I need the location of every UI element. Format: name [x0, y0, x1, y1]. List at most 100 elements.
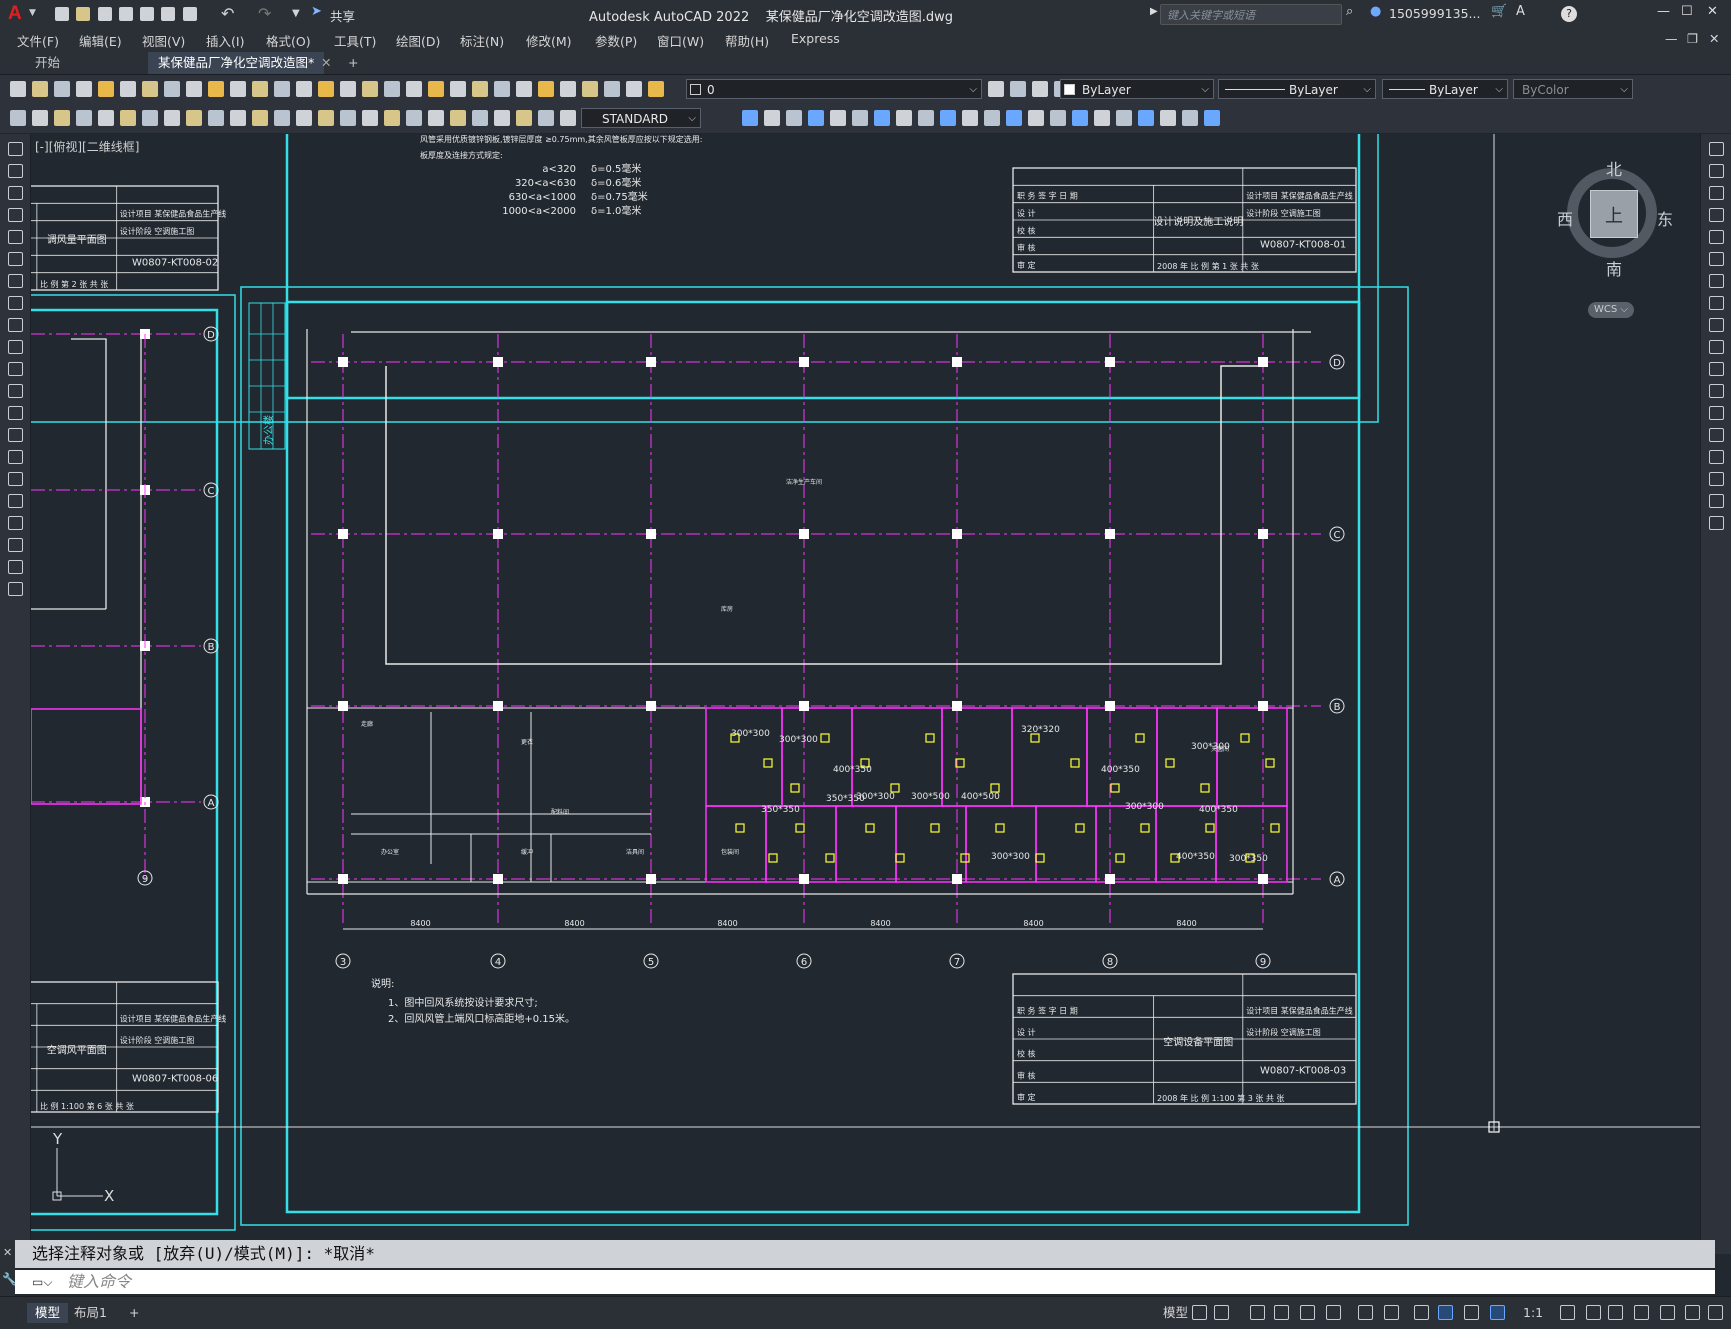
dimension-tool-16-icon[interactable] — [340, 110, 356, 126]
layer-tool-1-icon[interactable] — [988, 81, 1004, 97]
menu-tools[interactable]: 工具(T) — [334, 31, 376, 50]
modify-palette-tool-icon[interactable] — [1709, 208, 1724, 222]
menu-help[interactable]: 帮助(H) — [725, 31, 769, 50]
plot-icon[interactable] — [183, 7, 197, 21]
standard-tool-5-icon[interactable] — [98, 81, 114, 97]
dimension-tool-25-icon[interactable] — [538, 110, 554, 126]
customize-qat-chevron-icon[interactable]: ▼ — [292, 8, 300, 19]
standard-tool-18-icon[interactable] — [384, 81, 400, 97]
minimize-icon[interactable]: — — [1657, 4, 1670, 19]
menu-file[interactable]: 文件(F) — [17, 31, 59, 50]
status-toggle-icon[interactable] — [1250, 1305, 1265, 1320]
status-toggle-icon[interactable] — [1560, 1305, 1575, 1320]
standard-tool-19-icon[interactable] — [406, 81, 422, 97]
modify-tool-12-icon[interactable] — [984, 110, 1000, 126]
menu-draw[interactable]: 绘图(D) — [396, 31, 440, 50]
draw-palette-tool-icon[interactable] — [8, 274, 23, 288]
dimension-tool-1-icon[interactable] — [10, 110, 26, 126]
linetype-combo[interactable]: ByLayer ⌵ — [1218, 79, 1376, 99]
compass-east[interactable]: 东 — [1657, 206, 1673, 230]
modify-palette-tool-icon[interactable] — [1709, 450, 1724, 464]
draw-palette-tool-icon[interactable] — [8, 538, 23, 552]
dimension-tool-17-icon[interactable] — [362, 110, 378, 126]
standard-tool-3-icon[interactable] — [54, 81, 70, 97]
dimension-tool-6-icon[interactable] — [120, 110, 136, 126]
standard-tool-11-icon[interactable] — [230, 81, 246, 97]
viewcube-top-face[interactable]: 上 — [1590, 190, 1638, 238]
drawing-area[interactable]: [-][俯视][二维线框] D C B A 3 4 5 6 7 8 9 8400 8400 8400 840… — [31, 134, 1700, 1232]
search-icon[interactable]: ⌕ — [1346, 4, 1353, 19]
standard-tool-17-icon[interactable] — [362, 81, 378, 97]
close-icon[interactable]: ✕ — [1707, 4, 1718, 19]
modify-tool-15-icon[interactable] — [1050, 110, 1066, 126]
draw-palette-tool-icon[interactable] — [8, 296, 23, 310]
status-toggle-icon[interactable] — [1414, 1305, 1429, 1320]
plotstyle-combo[interactable]: ByColor ⌵ — [1513, 79, 1633, 99]
status-toggle-icon[interactable] — [1358, 1305, 1373, 1320]
modify-tool-13-icon[interactable] — [1006, 110, 1022, 126]
dimension-tool-8-icon[interactable] — [164, 110, 180, 126]
menu-dimension[interactable]: 标注(N) — [460, 31, 504, 50]
standard-tool-10-icon[interactable] — [208, 81, 224, 97]
dimension-tool-13-icon[interactable] — [274, 110, 290, 126]
save-icon[interactable] — [98, 7, 112, 21]
status-toggle-icon[interactable] — [1300, 1305, 1315, 1320]
draw-palette-tool-icon[interactable] — [8, 186, 23, 200]
dimension-tool-15-icon[interactable] — [318, 110, 334, 126]
modify-palette-tool-icon[interactable] — [1709, 428, 1724, 442]
lineweight-combo[interactable]: ByLayer ⌵ — [1382, 79, 1508, 99]
maximize-icon[interactable]: ☐ — [1681, 4, 1693, 19]
tab-start[interactable]: 开始 — [25, 52, 70, 74]
standard-tool-12-icon[interactable] — [252, 81, 268, 97]
model-space-button[interactable]: 模型 — [1155, 1303, 1196, 1323]
color-combo[interactable]: ByLayer ⌵ — [1060, 79, 1214, 99]
modify-tool-22-icon[interactable] — [1204, 110, 1220, 126]
modify-palette-tool-icon[interactable] — [1709, 472, 1724, 486]
status-toggle-icon[interactable] — [1192, 1305, 1207, 1320]
open-file-icon[interactable] — [76, 7, 90, 21]
draw-palette-tool-icon[interactable] — [8, 560, 23, 574]
draw-palette-tool-icon[interactable] — [8, 428, 23, 442]
standard-tool-14-icon[interactable] — [296, 81, 312, 97]
draw-palette-tool-icon[interactable] — [8, 208, 23, 222]
standard-tool-15-icon[interactable] — [318, 81, 334, 97]
modify-tool-9-icon[interactable] — [918, 110, 934, 126]
search-expand-icon[interactable]: ▶ — [1150, 6, 1158, 17]
status-toggle-icon[interactable] — [1634, 1305, 1649, 1320]
menu-format[interactable]: 格式(O) — [266, 31, 311, 50]
modify-palette-tool-icon[interactable] — [1709, 318, 1724, 332]
dimension-tool-24-icon[interactable] — [516, 110, 532, 126]
open-web-icon[interactable] — [140, 7, 154, 21]
standard-tool-22-icon[interactable] — [472, 81, 488, 97]
standard-tool-30-icon[interactable] — [648, 81, 664, 97]
status-toggle-icon[interactable] — [1708, 1305, 1723, 1320]
doc-close-icon[interactable]: ✕ — [1709, 31, 1719, 46]
draw-palette-tool-icon[interactable] — [8, 516, 23, 530]
save-web-icon[interactable] — [161, 7, 175, 21]
draw-palette-tool-icon[interactable] — [8, 164, 23, 178]
standard-tool-1-icon[interactable] — [10, 81, 26, 97]
standard-tool-20-icon[interactable] — [428, 81, 444, 97]
search-input[interactable]: 键入关键字或短语 — [1160, 4, 1342, 25]
modify-tool-16-icon[interactable] — [1072, 110, 1088, 126]
dimension-tool-2-icon[interactable] — [32, 110, 48, 126]
standard-tool-13-icon[interactable] — [274, 81, 290, 97]
menu-parametric[interactable]: 参数(P) — [595, 31, 637, 50]
modify-tool-20-icon[interactable] — [1160, 110, 1176, 126]
app-menu-chevron-icon[interactable]: ▼ — [29, 8, 36, 18]
modify-palette-tool-icon[interactable] — [1709, 340, 1724, 354]
status-toggle-icon[interactable] — [1438, 1305, 1453, 1320]
menu-modify[interactable]: 修改(M) — [526, 31, 572, 50]
tab-drawing[interactable]: 某保健品厂净化空调改造图* — [148, 52, 325, 74]
status-toggle-icon[interactable] — [1384, 1305, 1399, 1320]
draw-palette-tool-icon[interactable] — [8, 318, 23, 332]
share-icon[interactable]: ➤ — [311, 4, 322, 19]
wcs-menu[interactable]: WCS ⌵ — [1588, 302, 1634, 318]
status-toggle-icon[interactable] — [1586, 1305, 1601, 1320]
draw-palette-tool-icon[interactable] — [8, 582, 23, 596]
modify-tool-4-icon[interactable] — [808, 110, 824, 126]
viewcube[interactable]: 上 北 南 东 西 — [1555, 154, 1675, 279]
new-file-icon[interactable] — [55, 7, 69, 21]
draw-palette-tool-icon[interactable] — [8, 230, 23, 244]
undo-icon[interactable]: ↶ — [221, 4, 234, 23]
